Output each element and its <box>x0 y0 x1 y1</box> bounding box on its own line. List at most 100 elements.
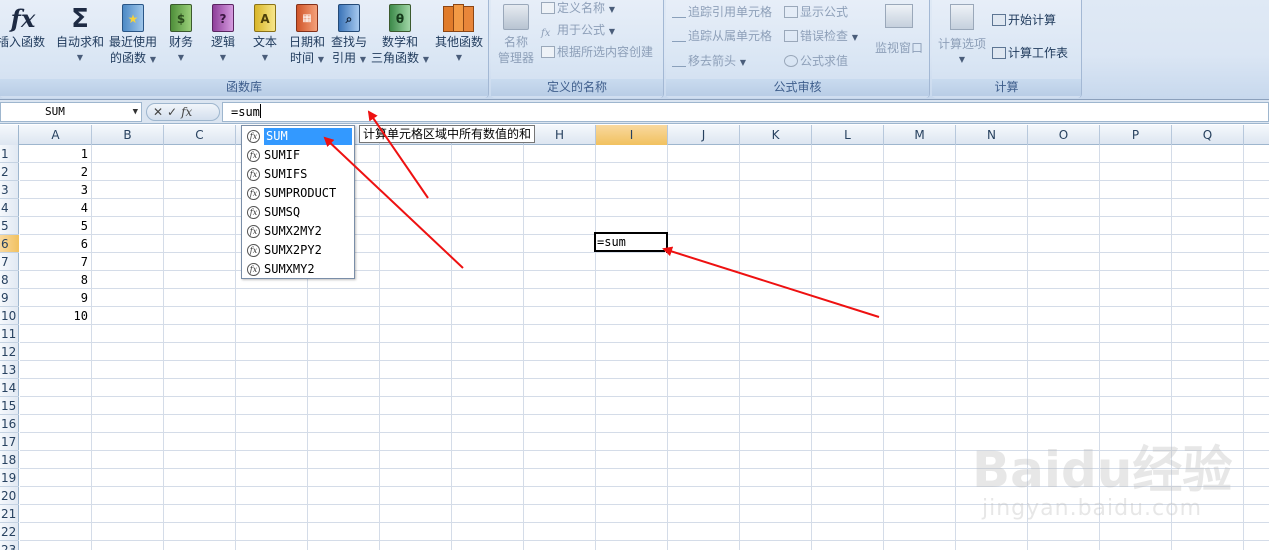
row-header[interactable]: 8 <box>0 271 19 289</box>
autocomplete-item[interactable]: fx SUM <box>242 127 354 146</box>
column-header[interactable]: J <box>668 125 740 145</box>
calculate-sheet-button[interactable]: 计算工作表 <box>992 45 1068 61</box>
autocomplete-item[interactable]: fx SUMX2PY2 <box>242 241 354 260</box>
cell-value[interactable]: 4 <box>20 199 90 217</box>
trace-dependents-button[interactable]: 追踪从属单元格 <box>672 28 772 44</box>
row-header[interactable]: 13 <box>0 361 19 379</box>
calculator-small-icon <box>992 14 1006 26</box>
datetime-button[interactable]: ▦ 日期和 时间 ▼ <box>286 4 328 68</box>
show-formulas-button[interactable]: 显示公式 <box>784 4 848 20</box>
cell-value[interactable]: 2 <box>20 163 90 181</box>
row-header[interactable]: 22 <box>0 523 19 541</box>
select-all-corner[interactable] <box>0 125 19 145</box>
row-header[interactable]: 7 <box>0 253 19 271</box>
name-manager-button[interactable]: 名称 管理器 <box>495 4 537 66</box>
watch-window-button[interactable]: 监视窗口 <box>872 4 926 56</box>
trace-precedents-button[interactable]: 追踪引用单元格 <box>672 4 772 20</box>
row-header[interactable]: 11 <box>0 325 19 343</box>
autocomplete-item[interactable]: fx SUMXMY2 <box>242 260 354 279</box>
evaluate-formula-button[interactable]: 公式求值 <box>784 53 848 69</box>
row-header[interactable]: 3 <box>0 181 19 199</box>
row-header[interactable]: 21 <box>0 505 19 523</box>
column-header[interactable]: Q <box>1172 125 1244 145</box>
row-header[interactable]: 12 <box>0 343 19 361</box>
column-header[interactable]: P <box>1100 125 1172 145</box>
use-in-formula-button[interactable]: fx 用于公式 ▼ <box>541 22 615 40</box>
function-icon: fx <box>247 149 260 162</box>
cell-value[interactable]: 7 <box>20 253 90 271</box>
chevron-down-icon: ▼ <box>608 27 615 36</box>
group-title: 公式审核 <box>666 79 929 96</box>
row-header[interactable]: 10 <box>0 307 19 325</box>
cell-value[interactable]: 1 <box>20 145 90 163</box>
logical-button[interactable]: ? 逻辑 ▼ <box>206 4 240 66</box>
row-header[interactable]: 20 <box>0 487 19 505</box>
row-header[interactable]: 15 <box>0 397 19 415</box>
cell-value[interactable]: 8 <box>20 271 90 289</box>
math-trig-button[interactable]: θ 数学和 三角函数 ▼ <box>370 4 430 68</box>
column-header[interactable]: B <box>92 125 164 145</box>
autocomplete-item-label: SUMIF <box>264 148 301 162</box>
autocomplete-item[interactable]: fx SUMX2MY2 <box>242 222 354 241</box>
row-header[interactable]: 17 <box>0 433 19 451</box>
row-header[interactable]: 16 <box>0 415 19 433</box>
row-header[interactable]: 5 <box>0 217 19 235</box>
autocomplete-item[interactable]: fx SUMSQ <box>242 203 354 222</box>
recent-functions-button[interactable]: ★ 最近使用 的函数 ▼ <box>108 4 158 68</box>
calculate-now-button[interactable]: 开始计算 <box>992 12 1056 28</box>
cell-value[interactable]: 6 <box>20 235 90 253</box>
cell-value[interactable]: 10 <box>20 307 90 325</box>
name-box[interactable]: SUM ▼ <box>0 102 142 122</box>
cell-value[interactable]: 9 <box>20 289 90 307</box>
row-headers: 1 2 3 4 5 6 7 8 9 10 11 12 13 14 15 16 17 18 19 20 21 22 23 <box>0 145 19 550</box>
row-header[interactable]: 19 <box>0 469 19 487</box>
column-header[interactable]: I <box>596 125 668 145</box>
watch-window-icon <box>885 4 913 28</box>
financial-button[interactable]: $ 财务 ▼ <box>164 4 198 66</box>
active-cell[interactable]: =sum <box>594 232 670 254</box>
text-functions-button[interactable]: A 文本 ▼ <box>248 4 282 66</box>
row-header[interactable]: 18 <box>0 451 19 469</box>
cell-value[interactable]: 3 <box>20 181 90 199</box>
magnifier-book-icon: ⌕ <box>338 4 360 32</box>
fill-handle[interactable] <box>665 249 670 254</box>
column-header[interactable]: C <box>164 125 236 145</box>
row-header[interactable]: 2 <box>0 163 19 181</box>
autocomplete-item[interactable]: fx SUMPRODUCT <box>242 184 354 203</box>
column-header[interactable]: A <box>20 125 92 145</box>
insert-function-button[interactable]: fx 插入函数 <box>0 4 46 50</box>
column-header[interactable]: M <box>884 125 956 145</box>
remove-arrows-button[interactable]: 移去箭头 ▼ <box>672 53 746 71</box>
row-header[interactable]: 23 <box>0 541 19 550</box>
define-name-button[interactable]: 定义名称 ▼ <box>541 0 615 18</box>
lookup-reference-button[interactable]: ⌕ 查找与 引用 ▼ <box>328 4 370 68</box>
formula-input[interactable]: =sum <box>222 102 1269 122</box>
row-header[interactable]: 9 <box>0 289 19 307</box>
column-header[interactable]: O <box>1028 125 1100 145</box>
cell-value[interactable]: 5 <box>20 217 90 235</box>
chevron-down-icon: ▼ <box>455 53 463 62</box>
row-header[interactable]: 14 <box>0 379 19 397</box>
row-header[interactable]: 6 <box>0 235 19 253</box>
column-header[interactable]: L <box>812 125 884 145</box>
autocomplete-item[interactable]: fx SUMIFS <box>242 165 354 184</box>
column-header[interactable]: K <box>740 125 812 145</box>
column-headers: ABCDEFGHIJKLMNOPQ <box>0 125 1269 145</box>
cancel-check-icons[interactable]: ✕✓ <box>153 105 181 119</box>
chevron-down-icon[interactable]: ▼ <box>133 103 138 121</box>
more-functions-button[interactable]: 其他函数 ▼ <box>432 4 486 66</box>
error-checking-button[interactable]: 错误检查 ▼ <box>784 28 858 46</box>
calculator-small-icon <box>992 47 1006 59</box>
autocomplete-item[interactable]: fx SUMIF <box>242 146 354 165</box>
row-header[interactable]: 1 <box>0 145 19 163</box>
calculation-options-button[interactable]: 计算选项 ▼ <box>934 4 990 68</box>
row-header[interactable]: 4 <box>0 199 19 217</box>
autosum-button[interactable]: Σ 自动求和 ▼ <box>54 4 106 66</box>
grid-icon <box>541 46 555 58</box>
chevron-down-icon: ▼ <box>76 53 84 62</box>
insert-function-icon[interactable]: fx <box>181 105 192 119</box>
column-header[interactable]: N <box>956 125 1028 145</box>
text-book-icon: A <box>254 4 276 32</box>
chevron-down-icon: ▼ <box>261 53 269 62</box>
create-from-selection-button[interactable]: 根据所选内容创建 <box>541 44 653 60</box>
